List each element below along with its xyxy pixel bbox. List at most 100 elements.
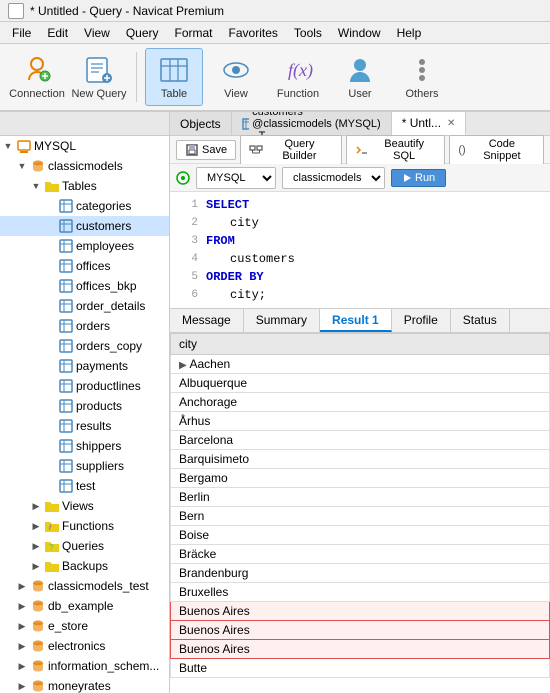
menubar-item-tools[interactable]: Tools bbox=[286, 24, 330, 42]
toolbar-btn-connection[interactable]: Connection bbox=[8, 48, 66, 106]
tree-label-suppliers: suppliers bbox=[76, 459, 124, 473]
city-cell: Buenos Aires bbox=[171, 602, 550, 621]
sidebar-item-employees[interactable]: employees bbox=[0, 236, 169, 256]
toolbar-btn-view[interactable]: View bbox=[207, 48, 265, 106]
sidebar-item-orders[interactable]: orders bbox=[0, 316, 169, 336]
sidebar-item-products[interactable]: products bbox=[0, 396, 169, 416]
toolbar-btn-user[interactable]: User bbox=[331, 48, 389, 106]
table-row[interactable]: Boise bbox=[171, 526, 550, 545]
table-row[interactable]: Berlin bbox=[171, 488, 550, 507]
beautify-sql-button[interactable]: Beautify SQL bbox=[346, 135, 445, 165]
function-icon: f(x) bbox=[282, 54, 314, 86]
result-tab-result-1[interactable]: Result 1 bbox=[320, 309, 392, 332]
menubar-item-edit[interactable]: Edit bbox=[39, 24, 76, 42]
sidebar-item-results[interactable]: results bbox=[0, 416, 169, 436]
tree-icon-employees bbox=[58, 238, 74, 254]
tree-label-moneyrates: moneyrates bbox=[48, 679, 111, 693]
table-row[interactable]: Barquisimeto bbox=[171, 450, 550, 469]
database-select[interactable]: classicmodels bbox=[282, 167, 385, 189]
sidebar-item-information_schema[interactable]: ▶ information_schem... bbox=[0, 656, 169, 676]
code-content-4: customers bbox=[206, 250, 295, 268]
menubar-item-format[interactable]: Format bbox=[167, 24, 221, 42]
menubar-item-window[interactable]: Window bbox=[330, 24, 389, 42]
query-builder-button[interactable]: Query Builder bbox=[240, 135, 342, 165]
sidebar-item-db_example[interactable]: ▶ db_example bbox=[0, 596, 169, 616]
tree-icon-classicmodels bbox=[30, 158, 46, 174]
line-num-2: 2 bbox=[174, 214, 198, 232]
tree-arrow-information_schema: ▶ bbox=[14, 658, 30, 674]
toolbar-btn-table[interactable]: Table bbox=[145, 48, 203, 106]
sidebar-item-functions[interactable]: ▶ f Functions bbox=[0, 516, 169, 536]
save-label: Save bbox=[202, 144, 227, 156]
sidebar-item-offices_bkp[interactable]: offices_bkp bbox=[0, 276, 169, 296]
tab-customers-query-label: customers @classicmodels (MYSQL) - T... bbox=[242, 112, 381, 135]
toolbar-btn-new-query[interactable]: New Query bbox=[70, 48, 128, 106]
save-button[interactable]: Save bbox=[176, 140, 236, 160]
sidebar-item-views[interactable]: ▶ Views bbox=[0, 496, 169, 516]
sidebar-item-electronics[interactable]: ▶ electronics bbox=[0, 636, 169, 656]
tab-close-icon[interactable]: ✕ bbox=[447, 118, 455, 129]
sidebar-item-productlines[interactable]: productlines bbox=[0, 376, 169, 396]
table-row[interactable]: Bruxelles bbox=[171, 583, 550, 602]
sidebar-item-tables[interactable]: ▼ Tables bbox=[0, 176, 169, 196]
table-row[interactable]: Butte bbox=[171, 659, 550, 678]
result-grid[interactable]: city ▶ AachenAlbuquerqueAnchorageÅrhusBa… bbox=[170, 333, 550, 693]
table-row[interactable]: Bern bbox=[171, 507, 550, 526]
result-tab-profile[interactable]: Profile bbox=[392, 309, 451, 332]
table-row[interactable]: Bergamo bbox=[171, 469, 550, 488]
table-row[interactable]: ▶ Aachen bbox=[171, 355, 550, 374]
table-row[interactable]: Barcelona bbox=[171, 431, 550, 450]
result-tab-status[interactable]: Status bbox=[451, 309, 510, 332]
sidebar-item-e_store[interactable]: ▶ e_store bbox=[0, 616, 169, 636]
result-tab-message[interactable]: Message bbox=[170, 309, 244, 332]
server-select[interactable]: MYSQL bbox=[196, 167, 276, 189]
table-row[interactable]: Århus bbox=[171, 412, 550, 431]
city-cell: Barcelona bbox=[171, 431, 550, 450]
sidebar-item-test[interactable]: test bbox=[0, 476, 169, 496]
table-row[interactable]: Bräcke bbox=[171, 545, 550, 564]
sidebar-item-suppliers[interactable]: suppliers bbox=[0, 456, 169, 476]
table-row[interactable]: Buenos Aires bbox=[171, 602, 550, 621]
table-row[interactable]: Buenos Aires bbox=[171, 640, 550, 659]
table-row[interactable]: Anchorage bbox=[171, 393, 550, 412]
sidebar-item-payments[interactable]: payments bbox=[0, 356, 169, 376]
menubar-item-file[interactable]: File bbox=[4, 24, 39, 42]
table-icon bbox=[158, 54, 190, 86]
tree-arrow-queries: ▶ bbox=[28, 538, 44, 554]
tab-objects[interactable]: Objects bbox=[170, 112, 232, 135]
table-row[interactable]: Brandenburg bbox=[171, 564, 550, 583]
result-tab-summary[interactable]: Summary bbox=[244, 309, 320, 332]
tab-untitled[interactable]: * Untl... ✕ bbox=[392, 112, 467, 135]
sidebar-item-order_details[interactable]: order_details bbox=[0, 296, 169, 316]
menubar-item-view[interactable]: View bbox=[76, 24, 118, 42]
code-snippet-button[interactable]: () Code Snippet bbox=[449, 135, 544, 165]
table-row[interactable]: Buenos Aires bbox=[171, 621, 550, 640]
sidebar-item-classicmodels[interactable]: ▼ classicmodels bbox=[0, 156, 169, 176]
sidebar-item-categories[interactable]: categories bbox=[0, 196, 169, 216]
sidebar-item-classicmodels_test[interactable]: ▶ classicmodels_test bbox=[0, 576, 169, 596]
sidebar-item-backups[interactable]: ▶ Backups bbox=[0, 556, 169, 576]
menubar-item-favorites[interactable]: Favorites bbox=[221, 24, 286, 42]
sidebar-item-queries[interactable]: ▶ ? Queries bbox=[0, 536, 169, 556]
tab-customers-query[interactable]: customers @classicmodels (MYSQL) - T... bbox=[232, 112, 392, 135]
tree-icon-products bbox=[58, 398, 74, 414]
menubar-item-query[interactable]: Query bbox=[118, 24, 167, 42]
sidebar-item-orders_copy[interactable]: orders_copy bbox=[0, 336, 169, 356]
sidebar-item-customers[interactable]: customers bbox=[0, 216, 169, 236]
sidebar-item-offices[interactable]: offices bbox=[0, 256, 169, 276]
code-content-2: city bbox=[206, 214, 259, 232]
sidebar-item-moneyrates[interactable]: ▶ moneyrates bbox=[0, 676, 169, 693]
run-button[interactable]: Run bbox=[391, 169, 446, 187]
tree-icon-tables bbox=[44, 178, 60, 194]
toolbar-btn-function[interactable]: f(x)Function bbox=[269, 48, 327, 106]
query-builder-icon bbox=[249, 143, 263, 157]
query-toolbar: Save Query Builder Beautify SQL () Code … bbox=[170, 136, 550, 164]
menubar-item-help[interactable]: Help bbox=[389, 24, 430, 42]
table-row[interactable]: Albuquerque bbox=[171, 374, 550, 393]
tree-label-e_store: e_store bbox=[48, 619, 88, 633]
tree-icon-information_schema bbox=[30, 658, 46, 674]
sidebar-item-shippers[interactable]: shippers bbox=[0, 436, 169, 456]
toolbar-btn-others[interactable]: Others bbox=[393, 48, 451, 106]
code-editor[interactable]: 1SELECT2city3FROM4customers5ORDER BY6cit… bbox=[170, 192, 550, 309]
sidebar-item-mysql[interactable]: ▼ MYSQL bbox=[0, 136, 169, 156]
